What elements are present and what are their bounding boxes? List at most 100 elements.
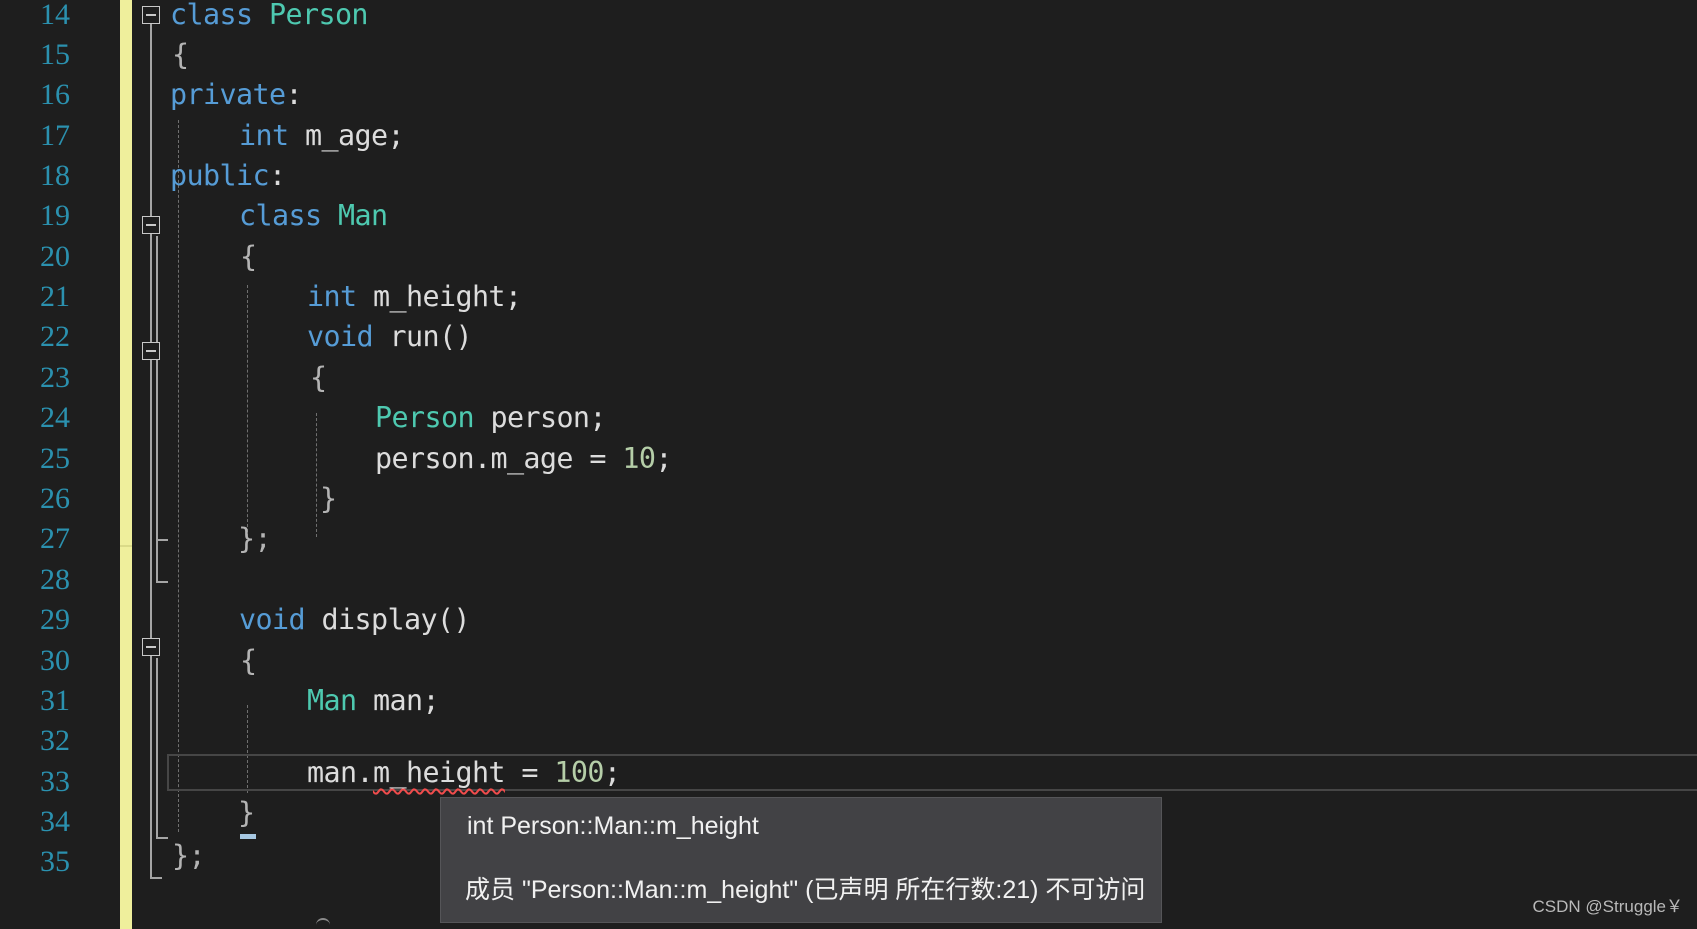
clipped-glyph: [316, 918, 330, 928]
line-number: 35: [40, 845, 70, 878]
operator-token: =: [504, 756, 555, 789]
type-token: Man: [307, 684, 357, 717]
code-line-17[interactable]: int m_age;: [239, 115, 405, 157]
line-number: 31: [40, 684, 70, 717]
text-cursor: [240, 834, 256, 839]
code-line-15[interactable]: {: [172, 34, 189, 76]
outline-end-display: [156, 837, 168, 839]
identifier-token: person;: [490, 401, 606, 434]
punctuation-token: ;: [655, 442, 672, 475]
indent-guide: [316, 413, 317, 537]
keyword-token: void: [239, 603, 306, 636]
line-number: 19: [40, 199, 70, 232]
identifier-token: man.: [307, 756, 374, 789]
collapse-class-person-icon[interactable]: [142, 6, 160, 24]
code-line-21[interactable]: int m_height;: [307, 276, 522, 318]
tooltip-error-message: 成员 "Person::Man::m_height" (已声明 所在行数:21)…: [465, 876, 1146, 904]
code-line-20[interactable]: {: [240, 236, 257, 278]
punctuation-token: }: [238, 796, 255, 829]
punctuation-token: :: [268, 159, 286, 192]
collapse-class-man-icon[interactable]: [142, 216, 160, 234]
outline-line-run: [156, 362, 158, 540]
error-identifier-token[interactable]: m_height: [373, 756, 506, 789]
watermark: CSDN @Struggle￥: [1532, 897, 1683, 916]
line-number: 20: [40, 240, 70, 273]
tooltip-signature: int Person::Man::m_height: [467, 812, 759, 840]
keyword-token: class: [170, 0, 253, 31]
line-number: 17: [40, 119, 70, 152]
line-number: 21: [40, 280, 70, 313]
line-number: 25: [40, 442, 70, 475]
code-line-33[interactable]: }: [238, 792, 255, 834]
code-line-26[interactable]: }: [320, 478, 337, 520]
code-line-25[interactable]: person.m_age = 10;: [375, 438, 672, 480]
code-line-22[interactable]: void run(): [307, 316, 473, 358]
line-number: 16: [40, 78, 70, 111]
type-token: Man: [337, 199, 388, 232]
collapse-run-icon[interactable]: [142, 342, 160, 360]
punctuation-token: {: [240, 644, 257, 677]
line-number: 32: [40, 724, 70, 757]
outline-end-run: [156, 539, 168, 541]
code-line-18[interactable]: public:: [170, 155, 286, 197]
keyword-token: public: [170, 159, 270, 192]
identifier-token: person.m_age =: [375, 442, 623, 475]
code-line-23[interactable]: {: [310, 357, 327, 399]
punctuation-token: };: [238, 522, 272, 555]
keyword-token: class: [239, 199, 322, 232]
keyword-token: int: [239, 119, 289, 152]
identifier-token: m_height;: [372, 280, 522, 313]
code-line-27[interactable]: };: [238, 518, 272, 560]
code-line-24[interactable]: Person person;: [375, 397, 607, 439]
outline-line-class-person: [150, 24, 152, 878]
outline-line-display: [156, 658, 158, 838]
code-line-30[interactable]: {: [240, 640, 257, 682]
punctuation-token: ;: [603, 756, 621, 789]
line-number: 18: [40, 159, 70, 192]
keyword-token: int: [307, 280, 357, 313]
line-number: 24: [40, 401, 70, 434]
line-number: 23: [40, 361, 70, 394]
line-number-gutter: 14 15 16 17 18 19 20 21 22 23 24 25 26 2…: [0, 0, 118, 929]
change-tracking-bar: [120, 0, 132, 929]
punctuation-token: }: [320, 482, 337, 515]
punctuation-token: {: [310, 361, 327, 394]
outline-end-class-person: [150, 877, 162, 879]
keyword-token: void: [307, 320, 374, 353]
punctuation-token: };: [172, 839, 206, 872]
punctuation-token: {: [240, 240, 257, 273]
outline-end-class-man: [156, 581, 168, 583]
punctuation-token: {: [172, 38, 189, 71]
keyword-token: private: [170, 78, 286, 111]
change-bar-separator: [120, 545, 132, 547]
line-number: 33: [40, 765, 70, 798]
line-number: 22: [40, 320, 70, 353]
line-number: 26: [40, 482, 70, 515]
line-number: 30: [40, 644, 70, 677]
line-number: 28: [40, 563, 70, 596]
identifier-token: run(): [389, 320, 472, 353]
indent-guide: [247, 285, 248, 537]
line-number: 29: [40, 603, 70, 636]
type-token: Person: [375, 401, 475, 434]
code-line-34[interactable]: };: [172, 835, 206, 877]
code-line-19[interactable]: class Man: [239, 195, 388, 237]
identifier-token: man;: [372, 684, 440, 717]
quick-info-tooltip: int Person::Man::m_height 成员 "Person::Ma…: [440, 797, 1162, 923]
number-token: 10: [622, 442, 656, 475]
code-line-14[interactable]: class Person: [170, 0, 369, 36]
identifier-token: m_age;: [304, 119, 405, 152]
line-number: 34: [40, 805, 70, 838]
identifier-token: display(): [321, 603, 470, 636]
type-token: Person: [268, 0, 369, 31]
punctuation-token: :: [285, 78, 302, 111]
code-line-29[interactable]: void display(): [239, 599, 471, 641]
number-token: 100: [554, 756, 604, 789]
collapse-display-icon[interactable]: [142, 638, 160, 656]
line-number: 15: [40, 38, 70, 71]
code-line-16[interactable]: private:: [170, 74, 303, 116]
line-number: 27: [40, 522, 70, 555]
code-line-32[interactable]: man.m_height = 100;: [307, 752, 621, 794]
line-number: 14: [40, 0, 70, 31]
code-line-31[interactable]: Man man;: [307, 680, 440, 722]
